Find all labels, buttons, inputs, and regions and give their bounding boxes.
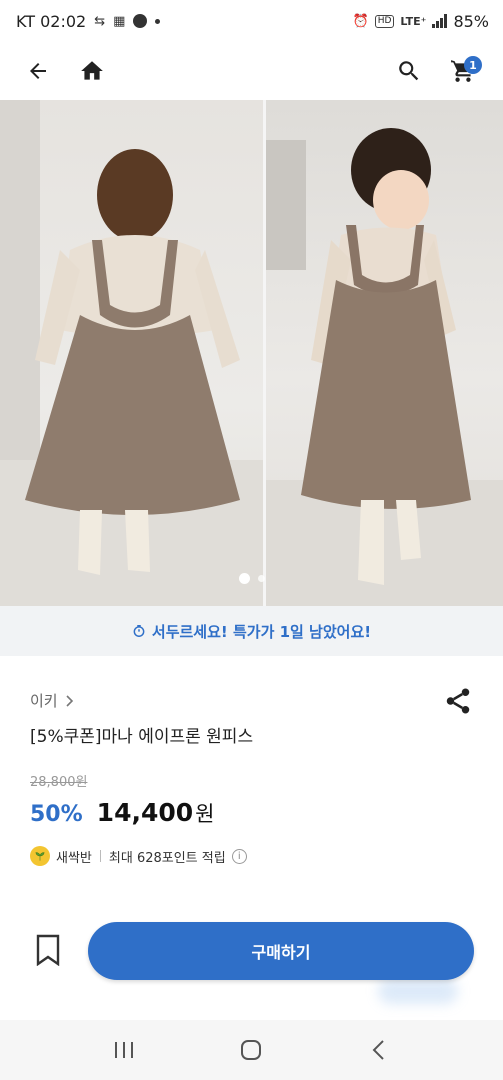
night-mode-icon (133, 14, 148, 28)
buy-button[interactable]: 구매하기 (88, 922, 474, 980)
cart-button[interactable]: 1 (444, 52, 482, 90)
share-icon (446, 688, 470, 714)
nfc-icon: ▦ (113, 13, 126, 29)
back-nav-button[interactable] (359, 1030, 399, 1070)
battery-level: 85% (453, 11, 489, 31)
info-icon[interactable]: i (231, 848, 247, 864)
buy-button-glow (378, 978, 458, 1004)
system-nav-bar (0, 1020, 503, 1080)
back-button[interactable] (19, 52, 57, 90)
cart-count-badge: 1 (464, 56, 482, 74)
points-info: 새싹반 최대 628포인트 적립 i (30, 846, 247, 866)
recent-apps-icon (114, 1042, 133, 1058)
app-header: 1 (0, 42, 503, 100)
price-row: 50% 14,400 원 (30, 798, 214, 828)
product-title: [5%쿠폰]마나 에이프론 원피스 (30, 727, 254, 747)
back-arrow-icon (30, 63, 46, 79)
sprout-grade-icon (30, 846, 50, 866)
product-photo-back (0, 100, 263, 606)
discount-rate: 50% (30, 802, 83, 827)
original-price: 28,800원 (30, 775, 88, 790)
home-button[interactable] (73, 52, 111, 90)
status-bar: KT 02:02 ⇆ ▦ ⏰ HD LTE⁺ 85% (0, 0, 503, 42)
video-call-icon: ⇆ (94, 13, 106, 29)
price-unit: 원 (195, 802, 215, 826)
brand-link[interactable]: 이키 (30, 690, 74, 711)
gallery-dot-active[interactable] (238, 573, 250, 584)
wishlist-button[interactable] (30, 930, 66, 970)
chevron-right-icon (66, 694, 73, 707)
network-label: LTE⁺ (400, 14, 427, 28)
search-icon (399, 61, 419, 81)
home-nav-button[interactable] (231, 1030, 271, 1070)
divider (99, 850, 101, 862)
home-icon (81, 61, 103, 80)
back-chevron-icon (372, 1040, 384, 1060)
gallery-pagination (0, 573, 503, 584)
sale-price: 14,400 (96, 798, 194, 827)
recent-apps-button[interactable] (104, 1030, 144, 1070)
signal-icon (432, 14, 448, 28)
hd-badge: HD (374, 14, 395, 28)
deal-banner-text: 서두르세요! 특가가 1일 남았어요! (151, 622, 372, 641)
share-button[interactable] (443, 686, 473, 716)
home-circle-icon (241, 1040, 262, 1060)
bookmark-icon (36, 934, 60, 966)
search-button[interactable] (390, 52, 428, 90)
brand-name: 이키 (30, 692, 58, 710)
alarm-icon: ⏰ (352, 13, 369, 29)
notification-dot-icon (155, 18, 161, 24)
points-text: 최대 628포인트 적립 (108, 850, 226, 866)
product-image-gallery[interactable] (0, 100, 503, 606)
deal-countdown-banner: 서두르세요! 특가가 1일 남았어요! (0, 606, 503, 656)
gallery-dot[interactable] (257, 575, 265, 582)
product-photo-front (266, 100, 503, 606)
carrier-time: KT 02:02 (16, 11, 87, 31)
timer-icon (133, 625, 145, 637)
member-grade: 새싹반 (56, 850, 92, 866)
